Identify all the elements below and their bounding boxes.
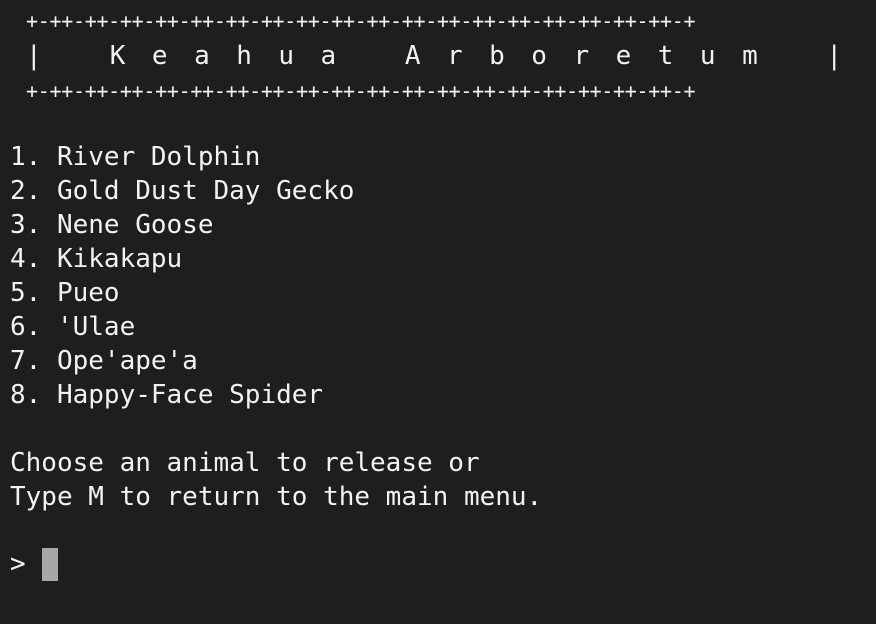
banner-top-border: +-++-++-++-++-++-++-++-++-++-++-++-++-++…	[26, 12, 696, 30]
banner-bottom-border: +-++-++-++-++-++-++-++-++-++-++-++-++-++…	[26, 82, 696, 100]
page-title: Keahua Arboretum	[109, 41, 785, 71]
menu-item-7: 7. Ope'ape'a	[10, 346, 198, 376]
text-cursor[interactable]	[41, 547, 58, 581]
instruction-line-2: Type M to return to the main menu.	[10, 482, 543, 512]
menu-item-1: 1. River Dolphin	[10, 142, 261, 172]
menu-item-3: 3. Nene Goose	[10, 210, 214, 240]
menu-item-4: 4. Kikakapu	[10, 244, 183, 274]
banner-left-pipe: |	[26, 41, 42, 71]
banner-right-pipe: |	[826, 41, 842, 71]
command-prompt[interactable]: >	[10, 547, 58, 581]
terminal-window: +-++-++-++-++-++-++-++-++-++-++-++-++-++…	[0, 0, 876, 624]
menu-item-6: 6. 'Ulae	[10, 312, 136, 342]
instruction-line-1: Choose an animal to release or	[10, 448, 480, 478]
prompt-symbol: >	[10, 549, 26, 579]
menu-item-2: 2. Gold Dust Day Gecko	[10, 176, 355, 206]
menu-item-5: 5. Pueo	[10, 278, 120, 308]
menu-item-8: 8. Happy-Face Spider	[10, 380, 324, 410]
banner-title-row: | Keahua Arboretum |	[26, 40, 842, 72]
